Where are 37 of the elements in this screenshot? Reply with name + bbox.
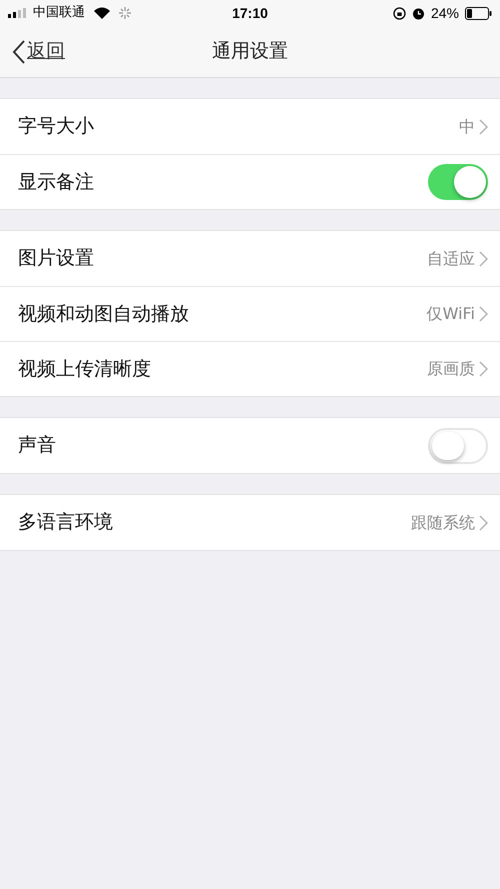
chevron-icon bbox=[479, 514, 488, 530]
status-time: 17:10 bbox=[232, 4, 268, 22]
back-button[interactable]: 返回 bbox=[12, 37, 65, 66]
row-label: 多语言环境 bbox=[18, 510, 114, 536]
settings-row[interactable]: 视频和动图自动播放 仅WiFi bbox=[0, 286, 500, 341]
settings-row[interactable]: 显示备注 bbox=[0, 154, 500, 209]
wifi-icon bbox=[94, 7, 110, 19]
settings-row[interactable]: 多语言环境 跟随系统 bbox=[0, 495, 500, 550]
chevron-icon bbox=[479, 250, 488, 266]
row-label: 视频和动图自动播放 bbox=[18, 302, 190, 327]
row-label: 声音 bbox=[18, 433, 57, 458]
battery-icon bbox=[465, 6, 492, 20]
chevron-icon bbox=[479, 361, 488, 377]
row-value: 仅WiFi bbox=[426, 303, 475, 325]
toggle-switch[interactable] bbox=[428, 164, 488, 200]
alarm-icon bbox=[412, 6, 425, 20]
row-label: 图片设置 bbox=[18, 246, 95, 272]
chevron-icon bbox=[479, 306, 488, 322]
row-value: 原画质 bbox=[427, 358, 475, 380]
row-label: 显示备注 bbox=[18, 170, 95, 195]
toggle-switch[interactable] bbox=[428, 428, 488, 464]
row-value: 自适应 bbox=[427, 248, 475, 270]
chevron-icon bbox=[479, 118, 488, 134]
settings-row[interactable]: 图片设置 自适应 bbox=[0, 231, 500, 286]
row-label: 视频上传清晰度 bbox=[18, 356, 152, 382]
settings-row[interactable]: 声音 bbox=[0, 418, 500, 473]
row-value: 跟随系统 bbox=[411, 512, 475, 534]
page-title: 通用设置 bbox=[212, 39, 288, 64]
signal-icon bbox=[8, 8, 28, 18]
rotation-lock-icon bbox=[392, 6, 406, 20]
row-value: 中 bbox=[459, 116, 475, 138]
settings-row[interactable]: 视频上传清晰度 原画质 bbox=[0, 341, 500, 396]
settings-row[interactable]: 字号大小 中 bbox=[0, 99, 500, 154]
battery-percent: 24% bbox=[430, 4, 459, 22]
row-label: 字号大小 bbox=[18, 114, 95, 140]
loading-icon bbox=[119, 7, 131, 19]
carrier-name: 中国联通 bbox=[33, 4, 85, 22]
